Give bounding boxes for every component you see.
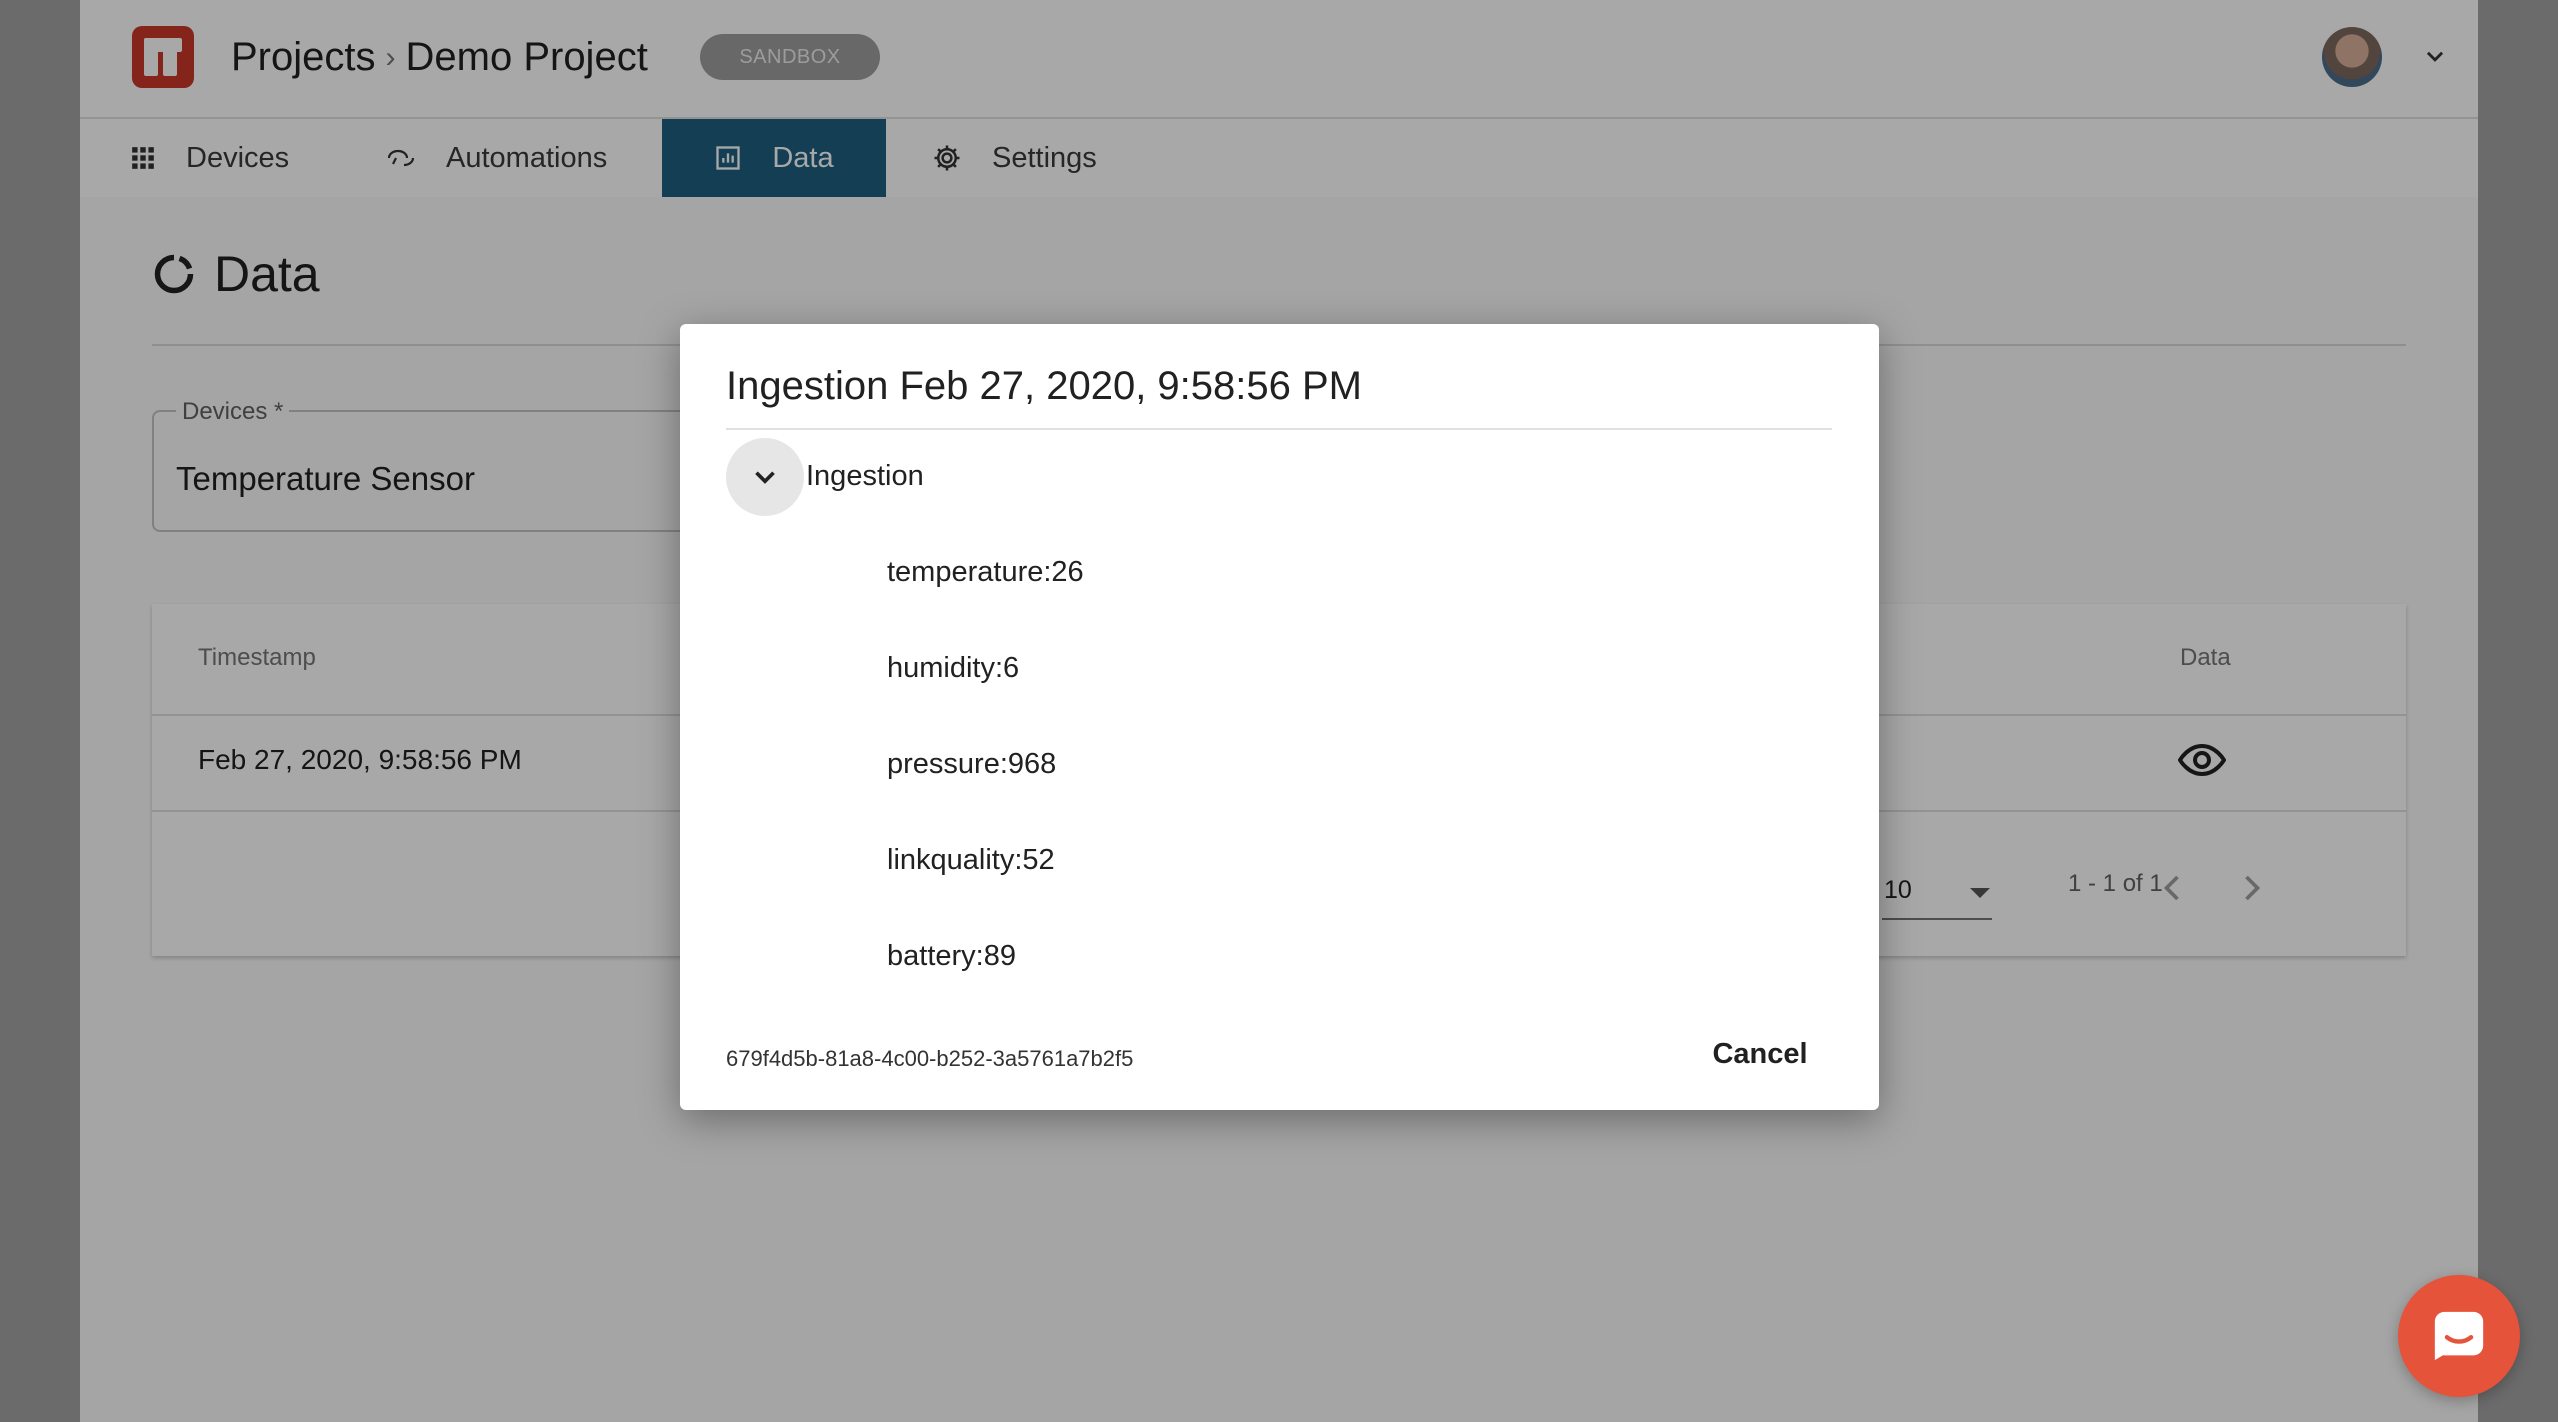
divider (726, 428, 1832, 430)
list-item: battery:89 (887, 940, 1016, 972)
dialog-title: Ingestion Feb 27, 2020, 9:58:56 PM (726, 364, 1362, 408)
expand-toggle-button[interactable] (726, 438, 804, 516)
group-label: Ingestion (806, 460, 924, 492)
ingestion-list: temperature:26 humidity:6 pressure:968 l… (887, 550, 1084, 1030)
chat-icon (2434, 1311, 2484, 1361)
list-item: linkquality:52 (887, 844, 1055, 876)
cancel-button[interactable]: Cancel (1692, 1024, 1828, 1084)
list-item: humidity:6 (887, 652, 1020, 684)
chevron-down-icon (755, 471, 775, 484)
ingestion-id: 679f4d5b-81a8-4c00-b252-3a5761a7b2f5 (726, 1046, 1134, 1071)
ingestion-dialog: Ingestion Feb 27, 2020, 9:58:56 PM Inges… (680, 324, 1879, 1110)
chat-launcher-button[interactable] (2398, 1275, 2520, 1397)
list-item: pressure:968 (887, 748, 1057, 780)
list-item: temperature:26 (887, 556, 1084, 588)
